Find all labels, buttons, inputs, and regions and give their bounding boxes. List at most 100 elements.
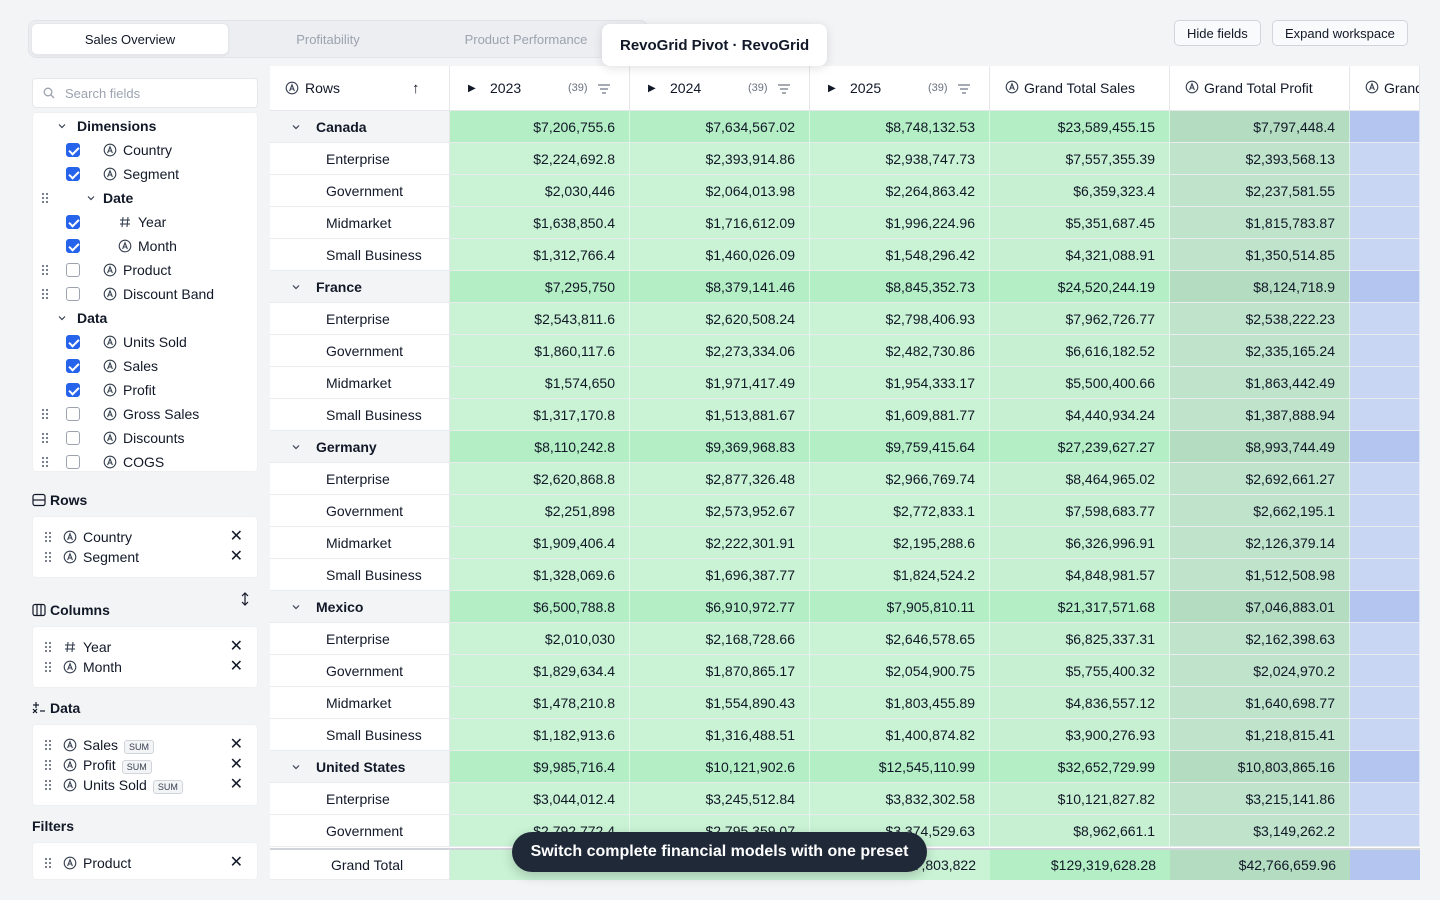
field-discounts[interactable]: Discounts <box>33 426 257 450</box>
row-header[interactable]: Midmarket <box>270 527 450 559</box>
total-header[interactable]: Grand <box>1350 66 1420 111</box>
data-cell[interactable] <box>1350 751 1420 783</box>
total-header[interactable]: Grand Total Sales <box>990 66 1170 111</box>
data-cell[interactable] <box>1350 143 1420 175</box>
data-cell[interactable]: $32,652,729.99 <box>990 751 1170 783</box>
data-cell[interactable]: $1,460,026.09 <box>630 239 810 271</box>
data-cell[interactable]: $2,251,898 <box>450 495 630 527</box>
field-sales[interactable]: Sales <box>33 354 257 378</box>
remove-icon[interactable]: ✕ <box>230 737 243 753</box>
tab-product-performance[interactable]: Product Performance <box>427 23 625 55</box>
sort-asc-icon[interactable]: ↑ <box>412 80 420 97</box>
remove-icon[interactable]: ✕ <box>230 757 243 773</box>
data-cell[interactable]: $1,316,488.51 <box>630 719 810 751</box>
data-cell[interactable]: $2,646,578.65 <box>810 623 990 655</box>
data-cell[interactable]: $2,222,301.91 <box>630 527 810 559</box>
row-header[interactable]: Small Business <box>270 719 450 751</box>
data-cell[interactable]: $3,215,141.86 <box>1170 783 1350 815</box>
data-cell[interactable]: $1,350,514.85 <box>1170 239 1350 271</box>
data-cell[interactable]: $2,482,730.86 <box>810 335 990 367</box>
data-cell[interactable]: $7,598,683.77 <box>990 495 1170 527</box>
data-cell[interactable]: $1,860,117.6 <box>450 335 630 367</box>
data-cell[interactable]: $7,557,355.39 <box>990 143 1170 175</box>
data-cell[interactable] <box>1350 335 1420 367</box>
rows-drop-zone[interactable]: Country ✕ Segment ✕ <box>32 516 258 578</box>
data-cell[interactable] <box>1350 303 1420 335</box>
data-cell[interactable]: $9,759,415.64 <box>810 431 990 463</box>
checkbox[interactable] <box>66 431 80 445</box>
data-cell[interactable]: $1,803,455.89 <box>810 687 990 719</box>
field-profit[interactable]: Profit <box>33 378 257 402</box>
data-cell[interactable]: $6,825,337.31 <box>990 623 1170 655</box>
data-cell[interactable]: $2,538,222.23 <box>1170 303 1350 335</box>
row-header[interactable]: Enterprise <box>270 463 450 495</box>
data-cell[interactable]: $6,616,182.52 <box>990 335 1170 367</box>
data-cell[interactable] <box>1350 655 1420 687</box>
data-cell[interactable]: $10,803,865.16 <box>1170 751 1350 783</box>
data-cell[interactable]: $1,554,890.43 <box>630 687 810 719</box>
data-cell[interactable]: $2,024,970.2 <box>1170 655 1350 687</box>
data-cell[interactable]: $2,054,900.75 <box>810 655 990 687</box>
remove-icon[interactable]: ✕ <box>230 639 243 655</box>
field-units-sold[interactable]: Units Sold <box>33 330 257 354</box>
filters-drop-zone[interactable]: Product ✕ <box>32 842 258 880</box>
aggregation-badge[interactable]: SUM <box>121 759 152 774</box>
data-cell[interactable] <box>1350 815 1420 847</box>
aggregation-badge[interactable]: SUM <box>124 739 155 754</box>
field-cogs[interactable]: COGS <box>33 450 257 471</box>
data-cell[interactable]: $1,716,612.09 <box>630 207 810 239</box>
data-cell[interactable]: $1,954,333.17 <box>810 367 990 399</box>
checkbox[interactable] <box>66 359 80 373</box>
grand-total-cell[interactable]: $129,319,628.28 <box>990 848 1170 880</box>
group-row-header[interactable]: United States <box>270 751 450 783</box>
row-header[interactable]: Government <box>270 335 450 367</box>
rows-header[interactable]: Rows ↑ <box>270 66 450 111</box>
data-cell[interactable]: $7,206,755.6 <box>450 111 630 143</box>
data-cell[interactable]: $27,239,627.27 <box>990 431 1170 463</box>
data-cell[interactable]: $1,513,881.67 <box>630 399 810 431</box>
data-cell[interactable]: $3,900,276.93 <box>990 719 1170 751</box>
data-cell[interactable]: $2,393,914.86 <box>630 143 810 175</box>
data-cell[interactable]: $9,369,968.83 <box>630 431 810 463</box>
data-cell[interactable]: $1,863,442.49 <box>1170 367 1350 399</box>
data-cell[interactable] <box>1350 783 1420 815</box>
data-cell[interactable] <box>1350 367 1420 399</box>
data-cell[interactable]: $1,815,783.87 <box>1170 207 1350 239</box>
filter-icon[interactable] <box>598 84 610 94</box>
row-header[interactable]: Enterprise <box>270 623 450 655</box>
data-cell[interactable]: $8,124,718.9 <box>1170 271 1350 303</box>
data-cell[interactable]: $1,609,881.77 <box>810 399 990 431</box>
data-cell[interactable]: $5,755,400.32 <box>990 655 1170 687</box>
search-input[interactable]: Search fields <box>32 78 258 108</box>
data-cell[interactable]: $3,044,012.4 <box>450 783 630 815</box>
data-cell[interactable]: $8,993,744.49 <box>1170 431 1350 463</box>
data-cell[interactable]: $7,905,810.11 <box>810 591 990 623</box>
data-cell[interactable] <box>1350 559 1420 591</box>
data-cell[interactable] <box>1350 687 1420 719</box>
row-header[interactable]: Midmarket <box>270 367 450 399</box>
data-cell[interactable]: $8,379,141.46 <box>630 271 810 303</box>
data-cell[interactable]: $4,848,981.57 <box>990 559 1170 591</box>
data-cell[interactable]: $8,962,661.1 <box>990 815 1170 847</box>
expand-column-icon[interactable]: ▶ <box>648 83 656 94</box>
data-cell[interactable]: $2,662,195.1 <box>1170 495 1350 527</box>
row-header[interactable]: Small Business <box>270 399 450 431</box>
data-cell[interactable]: $2,030,446 <box>450 175 630 207</box>
data-cell[interactable]: $1,512,508.98 <box>1170 559 1350 591</box>
data-cell[interactable]: $1,971,417.49 <box>630 367 810 399</box>
data-cell[interactable]: $4,836,557.12 <box>990 687 1170 719</box>
data-cell[interactable]: $2,195,288.6 <box>810 527 990 559</box>
data-cell[interactable]: $1,640,698.77 <box>1170 687 1350 719</box>
checkbox[interactable] <box>66 143 80 157</box>
data-cell[interactable]: $7,634,567.02 <box>630 111 810 143</box>
data-cell[interactable]: $6,500,788.8 <box>450 591 630 623</box>
zone-item[interactable]: Sales SUM ✕ <box>33 735 257 755</box>
data-cell[interactable] <box>1350 527 1420 559</box>
data-cell[interactable]: $23,589,455.15 <box>990 111 1170 143</box>
hide-fields-button[interactable]: Hide fields <box>1174 20 1261 46</box>
data-cell[interactable]: $2,237,581.55 <box>1170 175 1350 207</box>
zone-item[interactable]: Month ✕ <box>33 657 257 677</box>
field-month[interactable]: Month <box>33 234 257 258</box>
data-cell[interactable]: $2,798,406.93 <box>810 303 990 335</box>
data-cell[interactable]: $1,829,634.4 <box>450 655 630 687</box>
